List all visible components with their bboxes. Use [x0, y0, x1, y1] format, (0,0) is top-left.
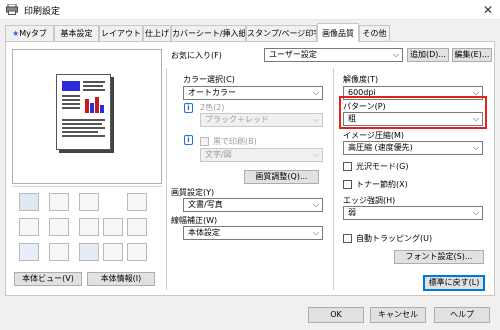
- device-view-button[interactable]: 本体ビュー(V): [14, 272, 82, 286]
- close-button[interactable]: ✕: [480, 2, 496, 18]
- chevron-down-icon: ⌵: [312, 228, 319, 237]
- info-icon: i: [184, 103, 193, 113]
- pattern-label: パターン(P): [343, 102, 386, 111]
- favorites-select[interactable]: ユーザー設定 ⌵: [264, 48, 403, 62]
- mono-print-label: 黒で印刷(B): [213, 137, 257, 146]
- tab-layout[interactable]: レイアウト: [99, 25, 143, 42]
- edge-enhance-select[interactable]: 弱 ⌵: [343, 206, 483, 220]
- chevron-down-icon: ⌵: [392, 50, 399, 59]
- tab-basic[interactable]: 基本設定: [54, 25, 99, 42]
- device-copies-icon[interactable]: [103, 243, 123, 261]
- tab-mytab[interactable]: ★Myタブ: [5, 25, 54, 42]
- device-stack-icon[interactable]: [127, 218, 147, 236]
- device-letter-icon[interactable]: [79, 218, 99, 236]
- preview-divider: [12, 186, 162, 187]
- left-separator: [166, 68, 167, 290]
- line-width-select[interactable]: 本体設定 ⌵: [183, 226, 323, 240]
- gloss-mode-label: 光沢モード(G): [356, 162, 409, 171]
- color-select[interactable]: オートカラー ⌵: [183, 86, 323, 100]
- device-info-button[interactable]: 本体情報(I): [87, 272, 155, 286]
- device-tray-icon[interactable]: [79, 193, 99, 211]
- device-quality-icon[interactable]: [79, 243, 99, 261]
- device-main-icon[interactable]: [19, 193, 39, 211]
- page-preview: [56, 74, 111, 150]
- chevron-down-icon: ⌵: [472, 208, 479, 217]
- edit-favorite-button[interactable]: 編集(E)...: [452, 48, 492, 62]
- info-icon: i: [184, 135, 193, 145]
- right-separator: [333, 68, 334, 290]
- font-settings-button[interactable]: フォント設定(S)...: [394, 250, 484, 264]
- device-paper-icon[interactable]: [127, 243, 147, 261]
- toner-save-label: トナー節約(X): [356, 180, 408, 189]
- image-compression-label: イメージ圧縮(M): [343, 131, 404, 140]
- chevron-down-icon: ⌵: [312, 115, 319, 124]
- edge-enhance-label: エッジ強調(H): [343, 196, 396, 205]
- two-color-select[interactable]: ブラック＋レッド ⌵: [200, 113, 323, 127]
- device-copy-icon[interactable]: [19, 218, 39, 236]
- tab-other[interactable]: その他: [359, 25, 390, 42]
- toner-save-checkbox[interactable]: [343, 180, 352, 189]
- chevron-down-icon: ⌵: [312, 88, 319, 97]
- two-color-label: 2色(2): [200, 103, 225, 112]
- gloss-mode-checkbox[interactable]: [343, 162, 352, 171]
- chevron-down-icon: ⌵: [472, 114, 479, 123]
- document-preview-icon: [62, 81, 105, 137]
- auto-trapping-checkbox[interactable]: [343, 234, 352, 243]
- mono-print-select[interactable]: 文字/図 ⌵: [200, 148, 323, 162]
- tab-image-quality[interactable]: 画像品質: [317, 23, 359, 42]
- title-bar: 印刷設定 ✕: [0, 0, 500, 20]
- chevron-down-icon: ⌵: [312, 200, 319, 209]
- quality-setting-label: 画質設定(Y): [171, 188, 215, 197]
- ok-button[interactable]: OK: [308, 307, 364, 323]
- chevron-down-icon: ⌵: [472, 143, 479, 152]
- device-option-icon[interactable]: [49, 193, 69, 211]
- quality-setting-select[interactable]: 文書/写真 ⌵: [183, 198, 323, 212]
- pattern-select[interactable]: 粗 ⌵: [343, 112, 483, 126]
- quality-adjust-button[interactable]: 画質調整(Q)...: [244, 170, 319, 184]
- color-select-label: カラー選択(C): [183, 75, 235, 84]
- device-doc-icon[interactable]: [19, 243, 39, 261]
- favorites-label: お気に入り(F): [171, 51, 222, 60]
- printer-icon: [6, 4, 18, 15]
- add-favorite-button[interactable]: 追加(D)...: [407, 48, 449, 62]
- line-width-label: 線幅補正(W): [171, 216, 218, 225]
- tab-stamp[interactable]: スタンプ/ページ印字: [246, 25, 317, 42]
- device-book-icon[interactable]: [49, 218, 69, 236]
- reset-defaults-button[interactable]: 標準に戻す(L): [423, 275, 485, 291]
- resolution-label: 解像度(T): [343, 75, 379, 84]
- cancel-button[interactable]: キャンセル: [370, 307, 426, 323]
- chevron-down-icon: ⌵: [312, 150, 319, 159]
- auto-trapping-label: 自動トラッピング(U): [356, 234, 433, 243]
- device-booklet-icon[interactable]: [103, 218, 123, 236]
- mono-print-checkbox[interactable]: [200, 137, 209, 146]
- tab-finishing[interactable]: 仕上げ: [143, 25, 171, 42]
- help-button[interactable]: ヘルプ: [434, 307, 490, 323]
- tab-cover-sheet[interactable]: カバーシート/挿入紙: [171, 25, 246, 42]
- window-title: 印刷設定: [24, 7, 61, 17]
- device-finisher-icon[interactable]: [127, 193, 147, 211]
- device-user-icon[interactable]: [49, 243, 69, 261]
- image-compression-select[interactable]: 高圧縮 (速度優先) ⌵: [343, 141, 483, 155]
